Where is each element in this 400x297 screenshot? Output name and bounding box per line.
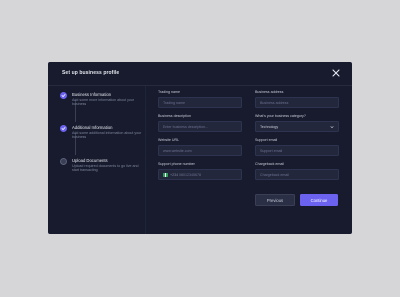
step-description: Add some more information about your bus… <box>72 98 135 107</box>
chargeback-email-box <box>255 169 339 180</box>
website-url-field: Website URL <box>158 138 242 156</box>
support-email-input[interactable] <box>260 146 330 155</box>
steps-divider <box>145 86 146 234</box>
step-title: Upload Documents <box>72 158 108 163</box>
field-label: Support email <box>255 138 278 142</box>
field-label: Website URL <box>158 138 180 142</box>
check-icon <box>60 125 67 132</box>
support-phone-field: Support phone number +234 <box>158 162 242 180</box>
support-email-field: Support email <box>255 138 339 156</box>
trading-name-input[interactable] <box>163 98 233 107</box>
phone-country-code: +234 <box>170 172 179 177</box>
business-address-box <box>255 97 339 108</box>
support-email-box <box>255 145 339 156</box>
step-description: Add some additional information about yo… <box>72 131 142 140</box>
field-label: Business address <box>255 90 284 94</box>
modal-header: Set up business profile <box>48 62 352 86</box>
selected-category: Technology <box>260 124 279 129</box>
chevron-down-icon <box>330 125 334 129</box>
business-address-input[interactable] <box>260 98 330 107</box>
field-label: What's your business category? <box>255 114 306 118</box>
support-phone-box: +234 <box>158 169 242 180</box>
business-category-field: What's your business category? Technolog… <box>255 114 339 132</box>
setup-business-profile-modal: Set up business profile Business Informa… <box>48 62 352 234</box>
step-title: Additional Information <box>72 125 113 130</box>
trading-name-field: Trading name <box>158 90 242 108</box>
business-description-field: Business description <box>158 114 242 132</box>
trading-name-box <box>158 97 242 108</box>
field-label: Support phone number <box>158 162 195 166</box>
website-url-box <box>158 145 242 156</box>
field-label: Chargeback email <box>255 162 284 166</box>
business-address-field: Business address <box>255 90 339 108</box>
continue-button[interactable]: Continue <box>300 194 338 206</box>
field-label: Business description <box>158 114 191 118</box>
website-url-input[interactable] <box>163 146 233 155</box>
pending-step-icon <box>60 158 67 165</box>
step-description: Upload required documents to go live and… <box>72 164 139 173</box>
previous-button[interactable]: Previous <box>255 194 295 206</box>
chargeback-email-field: Chargeback email <box>255 162 339 180</box>
check-icon <box>60 92 67 99</box>
support-phone-input[interactable] <box>179 170 235 179</box>
business-category-select[interactable]: Technology <box>255 121 339 132</box>
flag-icon[interactable] <box>163 173 168 177</box>
business-description-box <box>158 121 242 132</box>
business-description-input[interactable] <box>163 122 233 131</box>
modal-title: Set up business profile <box>62 70 120 76</box>
step-title: Business Information <box>72 92 112 97</box>
field-label: Trading name <box>158 90 181 94</box>
chargeback-email-input[interactable] <box>260 170 330 179</box>
close-icon[interactable] <box>332 69 340 77</box>
